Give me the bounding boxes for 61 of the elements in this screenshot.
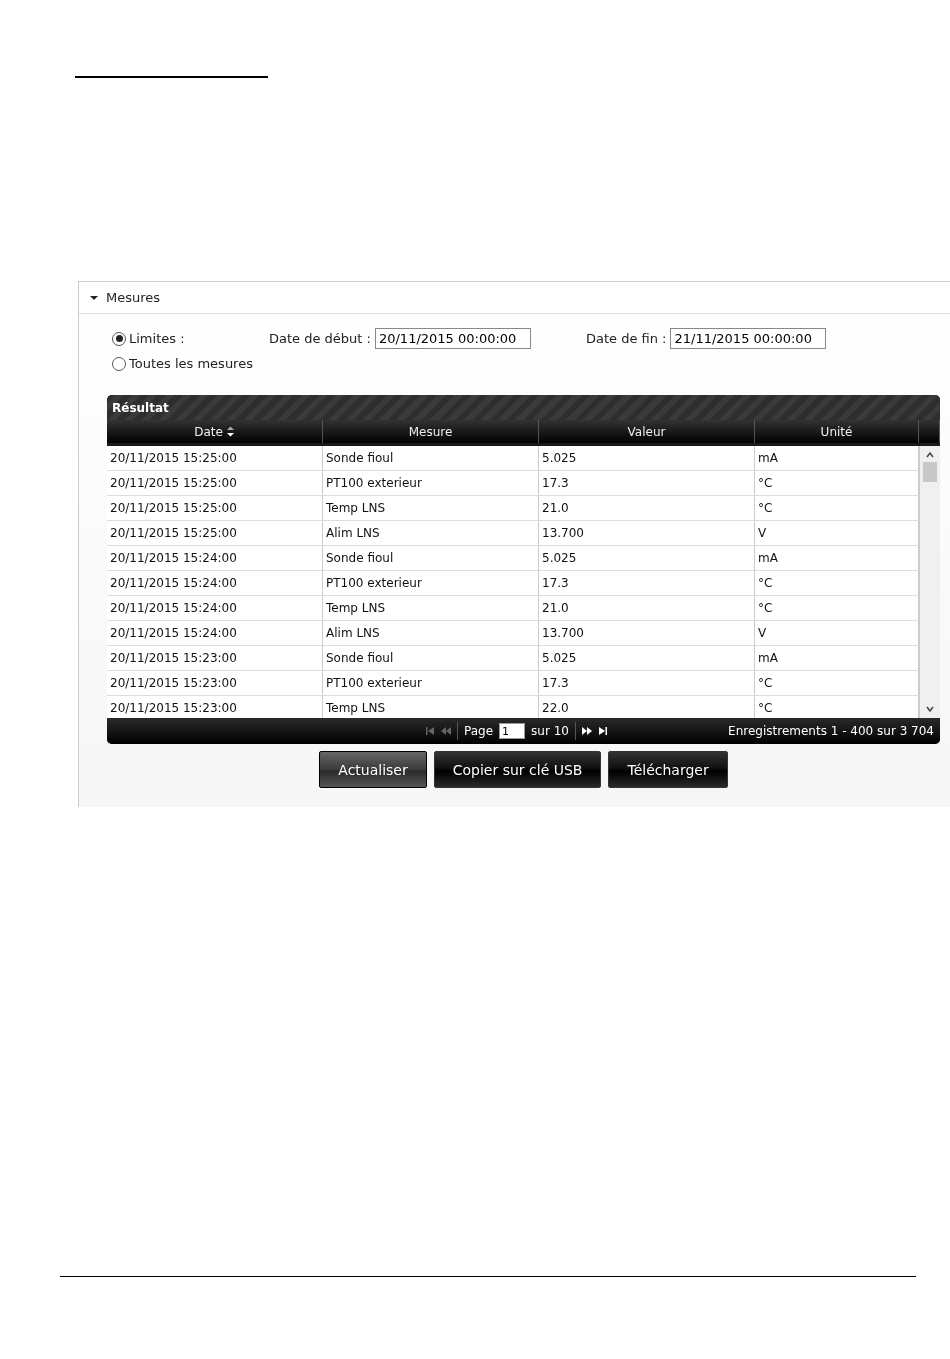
table-cell: PT100 exterieur: [323, 671, 539, 695]
table-cell: 17.3: [539, 571, 755, 595]
page-label: Page: [464, 724, 494, 738]
table-cell: 20/11/2015 15:25:00: [107, 471, 323, 495]
table-cell: 20/11/2015 15:24:00: [107, 596, 323, 620]
radio-button[interactable]: [112, 331, 126, 346]
table-cell: Sonde fioul: [323, 446, 539, 470]
page-total: sur 10: [531, 724, 569, 738]
record-count: Enregistrements 1 - 400 sur 3 704: [728, 724, 934, 738]
scrollbar[interactable]: [919, 446, 940, 718]
table-cell: 20/11/2015 15:24:00: [107, 571, 323, 595]
column-header[interactable]: Date: [107, 420, 323, 443]
table-cell: Alim LNS: [323, 621, 539, 645]
scroll-down-icon[interactable]: [925, 704, 935, 714]
page-field[interactable]: 1: [499, 723, 526, 739]
table-cell: 20/11/2015 15:24:00: [107, 621, 323, 645]
scroll-thumb[interactable]: [923, 462, 937, 482]
table-cell: PT100 exterieur: [323, 471, 539, 495]
action-button[interactable]: Télécharger: [608, 751, 728, 788]
next-page-icon[interactable]: [581, 727, 592, 735]
previous-page-icon[interactable]: [441, 727, 451, 735]
table-cell: Sonde fioul: [323, 546, 539, 570]
table-cell: 17.3: [539, 471, 755, 495]
column-header[interactable]: Valeur: [539, 420, 755, 443]
table-cell: 17.3: [539, 671, 755, 695]
table-cell: 20/11/2015 15:23:00: [107, 646, 323, 670]
action-button[interactable]: Actualiser: [319, 751, 427, 788]
start-date-field[interactable]: 20/11/2015 00:00:00: [374, 328, 531, 349]
table-cell: 20/11/2015 15:25:00: [107, 521, 323, 545]
last-page-icon[interactable]: [597, 727, 608, 735]
field-label: Date de début :: [269, 331, 371, 346]
field-label: Date de fin :: [585, 331, 667, 346]
panel-title: Mesures: [106, 290, 161, 305]
table-cell: 20/11/2015 15:24:00: [107, 546, 323, 570]
collapse-icon[interactable]: [90, 293, 98, 302]
table-cell: 21.0: [539, 496, 755, 520]
table-cell: 5.025: [539, 446, 755, 470]
grid-title: Résultat: [112, 400, 169, 415]
table-cell: 20/11/2015 15:25:00: [107, 446, 323, 470]
table-cell: 5.025: [539, 646, 755, 670]
action-button[interactable]: Copier sur clé USB: [433, 751, 602, 788]
column-header[interactable]: Mesure: [323, 420, 539, 443]
radio-label: Toutes les mesures: [129, 356, 253, 371]
radio-label: Limites :: [129, 331, 185, 346]
table-cell: Sonde fioul: [323, 646, 539, 670]
column-header[interactable]: Unité: [755, 420, 919, 443]
table-cell: 20/11/2015 15:25:00: [107, 496, 323, 520]
table-cell: 13.700: [539, 521, 755, 545]
table-cell: 5.025: [539, 546, 755, 570]
table-cell: Temp LNS: [323, 596, 539, 620]
scroll-up-icon[interactable]: [925, 450, 935, 460]
table-cell: Alim LNS: [323, 521, 539, 545]
table-cell: Temp LNS: [323, 496, 539, 520]
table-cell: 21.0: [539, 596, 755, 620]
sort-icon[interactable]: [225, 426, 235, 437]
end-date-field[interactable]: 21/11/2015 00:00:00: [670, 328, 827, 349]
table-cell: 13.700: [539, 621, 755, 645]
radio-button[interactable]: [112, 356, 126, 371]
first-page-icon[interactable]: [425, 727, 435, 735]
table-cell: PT100 exterieur: [323, 571, 539, 595]
table-cell: 20/11/2015 15:23:00: [107, 671, 323, 695]
